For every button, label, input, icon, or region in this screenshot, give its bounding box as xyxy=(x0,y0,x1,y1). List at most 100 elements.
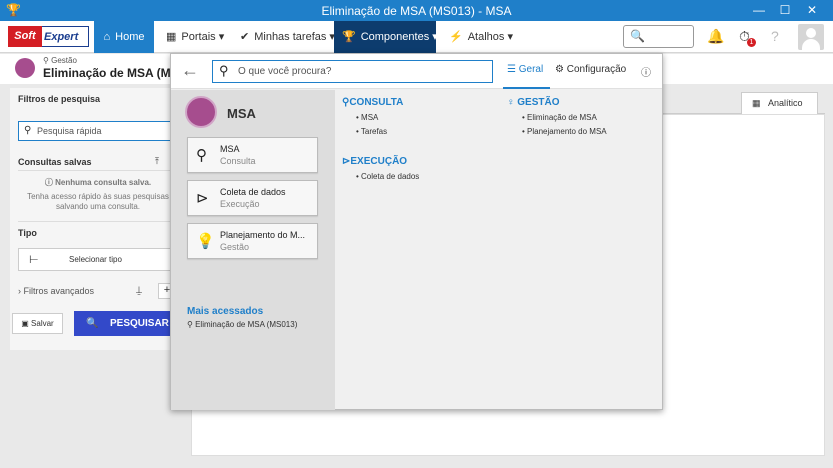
most-accessed-title: Mais acessados xyxy=(187,306,264,317)
components-menu: ← ⚲ O que você procura? ☰ Geral ⚙ Config… xyxy=(170,53,663,410)
quick-search-placeholder: Pesquisa rápida xyxy=(37,126,102,136)
card-subtitle: Execução xyxy=(220,199,260,209)
tab-geral[interactable]: ☰ Geral xyxy=(507,64,543,75)
pin-icon: ⚲ xyxy=(43,56,52,65)
nav-atalhos-label: Atalhos ▾ xyxy=(467,31,513,43)
tipo-title: Tipo xyxy=(18,228,37,238)
empty-saved-heading: ⓘ Nenhuma consulta salva. xyxy=(18,177,178,188)
group-execucao-label: EXECUÇÃO xyxy=(350,156,408,167)
grid-icon: ▦ xyxy=(166,31,177,43)
check-icon: ✔ xyxy=(240,31,250,43)
tab-configuracao-label: Configuração xyxy=(566,64,627,75)
filter-title: Filtros de pesquisa xyxy=(18,94,101,104)
tab-analitico[interactable]: ▦ Analítico xyxy=(741,92,818,114)
search-icon: ⚲ xyxy=(219,63,229,78)
nav-portais-label: Portais ▾ xyxy=(181,31,225,43)
link-eliminacao-msa[interactable]: • Eliminação de MSA xyxy=(522,113,597,122)
home-icon: ⌂ xyxy=(103,31,111,43)
nav-home[interactable]: ⌂ Home xyxy=(94,21,154,53)
module-title: MSA xyxy=(227,106,256,121)
most-accessed-item[interactable]: ⚲ Eliminação de MSA (MS013) xyxy=(187,320,297,329)
close-button[interactable]: ✕ xyxy=(801,1,823,19)
link-consulta-msa[interactable]: • MSA xyxy=(356,113,378,122)
back-arrow-icon[interactable]: ← xyxy=(181,60,199,81)
group-execucao-title: ⊳EXECUÇÃO xyxy=(342,156,407,167)
card-msa-consulta[interactable]: ⚲ MSA Consulta xyxy=(187,137,318,173)
module-icon xyxy=(15,58,35,78)
group-gestao-title: ♀ GESTÃO xyxy=(507,97,560,108)
card-title: Planejamento do M... xyxy=(220,230,306,240)
nav-home-label: Home xyxy=(115,31,145,43)
help-icon[interactable]: ⓘ xyxy=(641,64,651,79)
link-consulta-tarefas[interactable]: • Tarefas xyxy=(356,127,387,136)
nav-tarefas-label: Minhas tarefas ▾ xyxy=(254,31,335,43)
components-menu-header: ← ⚲ O que você procura? ☰ Geral ⚙ Config… xyxy=(171,54,662,89)
softexpert-logo[interactable]: Soft Expert xyxy=(8,26,89,47)
link-coleta-de-dados-label: Coleta de dados xyxy=(361,172,420,181)
help-icon[interactable]: ? xyxy=(771,28,779,44)
components-search-placeholder: O que você procura? xyxy=(238,66,332,77)
tab-geral-label: Geral xyxy=(518,64,544,75)
search-icon: ⚲ xyxy=(196,147,207,164)
search-icon: 🔍 xyxy=(86,318,99,329)
most-accessed-item-label: Eliminação de MSA (MS013) xyxy=(195,320,298,329)
card-subtitle: Gestão xyxy=(220,242,250,252)
breadcrumb-label: Gestão xyxy=(51,56,77,65)
nav-componentes[interactable]: 🏆 Componentes ▾ xyxy=(334,21,438,53)
minimize-button[interactable]: — xyxy=(748,1,770,19)
empty-saved-heading-label: Nenhuma consulta salva. xyxy=(55,178,152,187)
saved-queries-title: Consultas salvas xyxy=(18,157,92,167)
tab-configuracao[interactable]: ⚙ Configuração xyxy=(555,64,626,75)
global-search-input[interactable]: 🔍 xyxy=(623,25,694,48)
module-panel: MSA ⚲ MSA Consulta ⊳ Coleta de dados Exe… xyxy=(171,90,335,410)
msa-module-icon xyxy=(185,96,217,128)
quick-search-input[interactable]: ⚲ Pesquisa rápida xyxy=(18,121,178,141)
empty-saved-line-2: salvando uma consulta. xyxy=(55,202,141,211)
gear-icon: ⚙ xyxy=(555,64,567,75)
link-planejamento-msa[interactable]: • Planejamento do MSA xyxy=(522,127,607,136)
group-gestao-label: GESTÃO xyxy=(517,97,560,108)
upload-icon[interactable]: ⤒ xyxy=(155,156,159,167)
nav-portais[interactable]: ▦ Portais ▾ xyxy=(158,21,232,53)
search-button[interactable]: 🔍 PESQUISAR xyxy=(74,311,174,336)
link-consulta-tarefas-label: Tarefas xyxy=(360,127,388,136)
nav-minhas-tarefas[interactable]: ✔ Minhas tarefas ▾ xyxy=(232,21,343,53)
save-button-label: Salvar xyxy=(31,319,54,328)
card-coleta-de-dados[interactable]: ⊳ Coleta de dados Execução xyxy=(187,180,318,216)
avatar[interactable] xyxy=(798,24,824,50)
group-consulta-label: CONSULTA xyxy=(349,97,404,108)
notification-badge: 1 xyxy=(747,38,756,47)
card-subtitle: Consulta xyxy=(220,156,256,166)
advanced-filters-label: Filtros avançados xyxy=(23,286,95,296)
logo-soft-text: Soft xyxy=(8,26,42,47)
logo-expert-text: Expert xyxy=(42,26,89,47)
bolt-icon: ⚡ xyxy=(449,31,463,43)
play-icon: ⊳ xyxy=(196,190,209,207)
save-icon: ▣ xyxy=(21,319,32,328)
maximize-button[interactable]: ☐ xyxy=(774,1,796,19)
info-icon: ⓘ xyxy=(44,178,56,187)
search-icon: 🔍 xyxy=(630,29,645,43)
link-eliminacao-msa-label: Eliminação de MSA xyxy=(527,113,597,122)
window-title: Eliminação de MSA (MS013) - MSA xyxy=(321,4,512,18)
card-planejamento[interactable]: 💡 Planejamento do M... Gestão xyxy=(187,223,318,259)
pin-icon: ⚲ xyxy=(187,320,196,329)
link-coleta-de-dados[interactable]: • Coleta de dados xyxy=(356,172,419,181)
breadcrumb[interactable]: ⚲ Gestão xyxy=(43,56,77,65)
card-title: Coleta de dados xyxy=(220,187,286,197)
list-icon: ☰ xyxy=(507,64,519,75)
bell-icon[interactable]: 🔔 xyxy=(707,28,724,45)
top-navbar: Soft Expert ⌂ Home ▦ Portais ▾ ✔ Minhas tar… xyxy=(0,21,833,53)
nav-atalhos[interactable]: ⚡ Atalhos ▾ xyxy=(441,21,521,53)
nav-componentes-label: Componentes ▾ xyxy=(360,31,438,43)
search-icon: ⚲ xyxy=(24,125,32,136)
select-type-button[interactable]: ⊢ Selecionar tipo xyxy=(18,248,173,271)
advanced-filters-toggle[interactable]: › Filtros avançados xyxy=(18,286,94,296)
components-search-input[interactable]: ⚲ O que você procura? xyxy=(212,60,493,83)
tab-underline xyxy=(503,87,550,89)
tree-icon: ⊢ xyxy=(29,254,39,266)
window-titlebar: 🏆 Eliminação de MSA (MS013) - MSA — ☐ ✕ xyxy=(0,0,833,21)
search-button-label: PESQUISAR xyxy=(110,318,169,329)
save-button[interactable]: ▣ Salvar xyxy=(12,313,63,334)
clear-icon[interactable]: ⍊ xyxy=(136,285,142,296)
